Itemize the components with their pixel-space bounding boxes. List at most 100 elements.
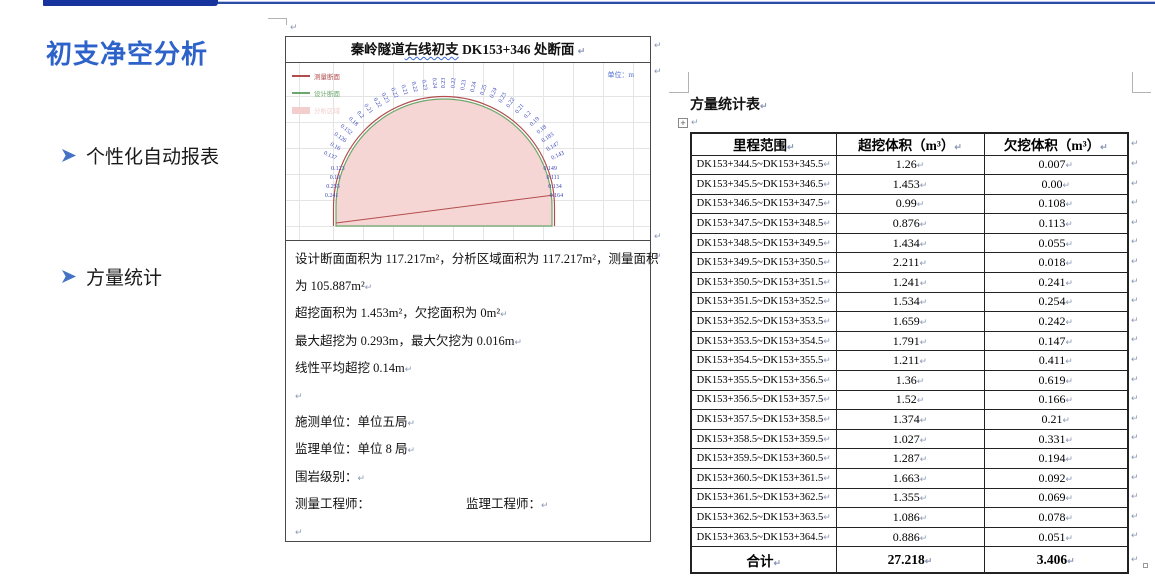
table-cell: 0.886↵ <box>836 527 984 547</box>
row-end-mark: ↵ <box>1131 252 1139 272</box>
paragraph-mark: ↵ <box>1065 376 1073 386</box>
slide: 初支净空分析 个性化自动报表方量统计 ↵ 秦岭隧道右线初支 DK153+346 … <box>0 0 1155 586</box>
report-body-text-run: 设计断面面积为 117.217m²，分析区域面积为 117.217m²，测量面积 <box>295 252 659 266</box>
paragraph-mark: ↵ <box>1065 513 1073 523</box>
table-cell: DK153+352.5~DK153+353.5↵ <box>691 312 836 332</box>
report-body-line: 线性平均超挖 0.14m↵ <box>295 355 641 382</box>
report-body-line: 监理单位：单位 8 局↵ <box>295 436 641 463</box>
table-row: DK153+356.5~DK153+357.5↵1.52↵0.166↵ <box>691 390 1128 410</box>
paragraph-mark: ↵ <box>823 238 831 248</box>
table-cell: DK153+345.5~DK153+346.5↵ <box>691 175 836 195</box>
stats-table-heading-text: 方量统计表 <box>690 98 760 113</box>
paragraph-mark: ↵ <box>1062 180 1070 190</box>
paragraph-mark: ↵ <box>920 258 928 268</box>
paragraph-mark: ↵ <box>578 46 586 56</box>
cell-value: 1.534 <box>893 294 920 308</box>
legend-label: 设计断面 <box>314 88 340 98</box>
table-cell: DK153+357.5~DK153+358.5↵ <box>691 410 836 430</box>
table-cell: DK153+346.5~DK153+347.5↵ <box>691 194 836 214</box>
row-end-mark: ↵ <box>1131 526 1139 546</box>
report-body-text-run: 最大超挖为 0.293m，最大欠挖为 0.016m <box>295 334 514 348</box>
column-header-text: 欠挖体积（m³） <box>1004 138 1100 153</box>
legend-item: 测量断面 <box>292 71 340 81</box>
report-body-text-run: 为 105.887m² <box>295 279 365 293</box>
paragraph-mark: ↵ <box>514 337 522 347</box>
table-cell: 0.254↵ <box>984 292 1128 312</box>
paragraph-mark: ↵ <box>541 500 549 510</box>
cell-value: 0.055 <box>1038 236 1065 250</box>
cell-value: 0.411 <box>1039 353 1066 367</box>
cell-value: 0.069 <box>1038 490 1065 504</box>
cell-value: DK153+363.5~DK153+364.5 <box>697 532 824 543</box>
cell-anchor-mark <box>1143 563 1148 568</box>
cell-value: DK153+351.5~DK153+352.5 <box>697 296 824 307</box>
cell-value: 0.886 <box>893 530 920 544</box>
table-cell: DK153+351.5~DK153+352.5↵ <box>691 292 836 312</box>
cell-value: 1.434 <box>893 236 920 250</box>
row-end-mark: ↵ <box>1131 389 1139 409</box>
paragraph-mark: ↵ <box>408 418 416 428</box>
table-cell: DK153+349.5~DK153+350.5↵ <box>691 253 836 273</box>
cell-value: 0.241 <box>1038 275 1065 289</box>
row-end-mark: ↵ <box>1131 370 1139 390</box>
report-title: 秦岭隧道右线初支 DK153+346 处断面 ↵ <box>286 37 650 63</box>
paragraph-mark: ↵ <box>920 435 928 445</box>
cell-value: DK153+344.5~DK153+345.5 <box>697 159 824 170</box>
column-header: 欠挖体积（m³）↵ <box>984 133 1128 155</box>
cell-value: DK153+352.5~DK153+353.5 <box>697 316 824 327</box>
report-body-line: 最大超挖为 0.293m，最大欠挖为 0.016m↵ <box>295 328 641 355</box>
table-cell: 0.241↵ <box>984 273 1128 293</box>
arc-measurement-label: 0.111 <box>542 175 564 181</box>
row-end-mark: ↵ <box>1131 174 1139 194</box>
bullet-arrow-icon <box>62 149 76 162</box>
paragraph-mark: ↵ <box>920 297 928 307</box>
bullet-label: 个性化自动报表 <box>86 142 219 169</box>
paragraph-mark: ↵ <box>823 414 831 424</box>
legend-item: 分析区域 <box>292 105 340 115</box>
cell-value: DK153+354.5~DK153+355.5 <box>697 355 824 366</box>
table-cell: 0.194↵ <box>984 449 1128 469</box>
report-body-text-run: 围岩级别： <box>295 470 358 484</box>
paragraph-mark: ↵ <box>823 453 831 463</box>
paragraph-mark: ↵ <box>1065 199 1073 209</box>
text-boundary-mark <box>1132 92 1151 93</box>
top-accent-line <box>218 1 1155 4</box>
paragraph-mark: ↵ <box>920 180 928 190</box>
table-cell: 1.453↵ <box>836 175 984 195</box>
arc-measurement-label: 0.19 <box>324 175 346 181</box>
cell-value: 0.254 <box>1038 294 1065 308</box>
cell-value: 1.287 <box>893 451 920 465</box>
cell-value: 1.659 <box>893 314 920 328</box>
legend-label: 测量断面 <box>314 71 340 81</box>
row-end-mark: ↵ <box>1131 448 1139 468</box>
paragraph-mark: ↵ <box>1065 435 1073 445</box>
paragraph-mark: ↵ <box>920 356 928 366</box>
table-cell: DK153+347.5~DK153+348.5↵ <box>691 214 836 234</box>
table-cell: 0.331↵ <box>984 429 1128 449</box>
table-body: DK153+344.5~DK153+345.5↵1.26↵0.007↵DK153… <box>691 155 1128 573</box>
table-row: DK153+346.5~DK153+347.5↵0.99↵0.108↵ <box>691 194 1128 214</box>
paragraph-mark: ↵ <box>920 513 928 523</box>
paragraph-mark: ↵ <box>823 532 831 542</box>
cell-value: 0.007 <box>1038 157 1065 171</box>
table-cell: 1.434↵ <box>836 233 984 253</box>
paragraph-mark: ↵ <box>823 512 831 522</box>
paragraph-mark: ↵ <box>917 376 925 386</box>
cell-value: DK153+361.5~DK153+362.5 <box>697 492 824 503</box>
paragraph-mark: ↵ <box>823 394 831 404</box>
table-cell: 0.166↵ <box>984 390 1128 410</box>
cell-value: 1.791 <box>893 334 920 348</box>
report-title-underlined: 右线初支 <box>405 42 459 57</box>
table-cell: 0.147↵ <box>984 331 1128 351</box>
cell-value: 1.241 <box>893 275 920 289</box>
row-end-mark: ↵ <box>1131 507 1139 527</box>
table-row: DK153+349.5~DK153+350.5↵2.211↵0.018↵ <box>691 253 1128 273</box>
column-header: 超挖体积（m³）↵ <box>836 133 984 155</box>
table-cell: 0.078↵ <box>984 508 1128 528</box>
table-row: DK153+344.5~DK153+345.5↵1.26↵0.007↵ <box>691 155 1128 175</box>
paragraph-mark: ↵ <box>1065 474 1073 484</box>
arc-measurement-label: 0.253 <box>322 184 344 190</box>
cell-value: DK153+362.5~DK153+363.5 <box>697 512 824 523</box>
table-row: DK153+358.5~DK153+359.5↵1.027↵0.331↵ <box>691 429 1128 449</box>
paragraph-mark: ↵ <box>823 375 831 385</box>
